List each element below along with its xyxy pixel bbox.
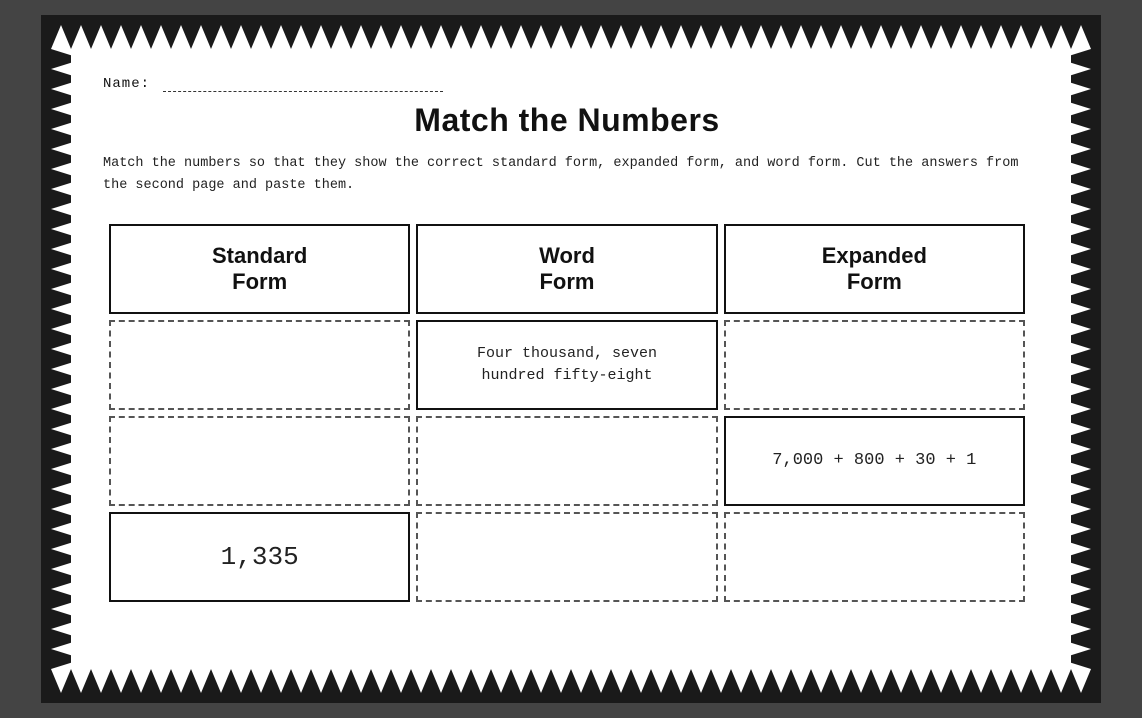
name-label: Name: (103, 75, 1031, 92)
table-row: 7,000 + 800 + 30 + 1 (109, 416, 1025, 506)
word-form-header: Word Form (416, 224, 717, 314)
row3-word (416, 512, 717, 602)
row2-word (416, 416, 717, 506)
table-row: Four thousand, sevenhundred fifty-eight (109, 320, 1025, 410)
table-row: 1,335 (109, 512, 1025, 602)
row3-expanded (724, 512, 1025, 602)
row1-standard (109, 320, 410, 410)
expanded-form-header: Expanded Form (724, 224, 1025, 314)
row2-standard (109, 416, 410, 506)
page-title: Match the Numbers (103, 102, 1031, 139)
header-row: Standard Form Word Form Expanded Form (109, 224, 1025, 314)
row3-standard: 1,335 (109, 512, 410, 602)
instructions-text: Match the numbers so that they show the … (103, 153, 1031, 196)
row2-expanded: 7,000 + 800 + 30 + 1 (724, 416, 1025, 506)
standard-form-header: Standard Form (109, 224, 410, 314)
row1-word: Four thousand, sevenhundred fifty-eight (416, 320, 717, 410)
name-underline (163, 75, 443, 92)
match-table: Standard Form Word Form Expanded Form (103, 218, 1031, 608)
row1-expanded (724, 320, 1025, 410)
